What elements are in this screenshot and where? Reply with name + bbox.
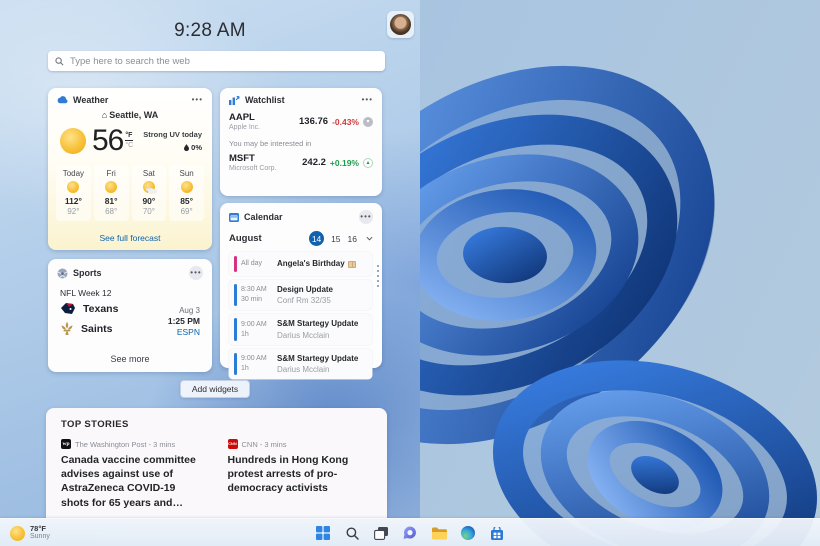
- trend-up-icon: ▴: [363, 157, 373, 168]
- washington-post-icon: wp: [61, 439, 71, 449]
- watchlist-title: Watchlist: [245, 95, 285, 105]
- calendar-title: Calendar: [244, 212, 283, 222]
- texans-logo-icon: [61, 303, 75, 314]
- trend-down-icon: ▾: [363, 116, 373, 127]
- calendar-event[interactable]: 9:00 AM 1h S&M Startegy Update Darius Mccl…: [229, 348, 372, 380]
- edge-icon: [461, 526, 475, 540]
- calendar-event[interactable]: All day Angela's Birthday: [229, 252, 372, 276]
- top-stories-heading: TOP STORIES: [61, 419, 129, 430]
- task-view-button[interactable]: [370, 522, 392, 544]
- cloud-icon: [57, 96, 68, 104]
- calendar-scroll-indicator[interactable]: [377, 265, 379, 287]
- stock-row[interactable]: MSFT Microsoft Corp. 242.2 +0.19% ▴: [220, 150, 382, 172]
- taskbar-condition: Sunny: [30, 533, 50, 541]
- widgets-panel: 9:28 AM Weather ••• ⌂Seattle, WA 56 °F °…: [0, 0, 420, 518]
- store-bag-icon: [491, 526, 503, 540]
- game-network: ESPN: [176, 327, 200, 337]
- chevron-down-icon[interactable]: [366, 235, 373, 242]
- story-headline[interactable]: Hundreds in Hong Kong protest arrests of…: [228, 453, 373, 496]
- calendar-date[interactable]: 15: [331, 234, 340, 244]
- edge-browser-button[interactable]: [457, 522, 479, 544]
- task-view-icon: [374, 526, 388, 540]
- weather-widget[interactable]: Weather ••• ⌂ Seattle, WA 56 °F °C Strong…: [48, 88, 212, 250]
- sports-title: Sports: [73, 268, 102, 278]
- gift-icon: [347, 260, 356, 268]
- search-input[interactable]: [70, 55, 378, 67]
- sunny-icon: [105, 181, 118, 193]
- game-date: Aug 3: [179, 306, 200, 315]
- file-explorer-button[interactable]: [428, 522, 450, 544]
- sunny-icon: [180, 181, 193, 193]
- calendar-icon: [229, 213, 239, 222]
- celsius-toggle[interactable]: °C: [125, 142, 133, 149]
- game-time: 1:25 PM: [167, 316, 200, 326]
- fahrenheit-toggle[interactable]: °F: [125, 132, 134, 141]
- search-icon: [346, 527, 359, 540]
- start-button[interactable]: [312, 522, 334, 544]
- see-full-forecast-link[interactable]: See full forecast: [48, 233, 212, 243]
- cnn-icon: CNN: [227, 439, 238, 449]
- calendar-menu-button[interactable]: •••: [359, 210, 373, 224]
- calendar-date-selected[interactable]: 14: [309, 231, 325, 246]
- calendar-month: August: [229, 233, 262, 244]
- current-temperature: 56: [92, 124, 124, 157]
- calendar-event[interactable]: 9:00 AM 1h S&M Startegy Update Darius Mccl…: [229, 314, 372, 345]
- microsoft-store-button[interactable]: [486, 522, 508, 544]
- chat-bubble-icon: [403, 526, 416, 539]
- weather-title: Weather: [73, 95, 109, 105]
- forecast-day[interactable]: Today 112° 92°: [56, 165, 91, 221]
- precipitation: 0%: [143, 143, 202, 152]
- forecast-day[interactable]: Fri 81° 68°: [93, 165, 129, 221]
- team-row[interactable]: Texans: [60, 302, 118, 315]
- sports-league-label: NFL Week 12: [60, 288, 112, 298]
- calendar-date[interactable]: 16: [348, 234, 357, 244]
- saints-fleur-de-lis-icon: [61, 322, 73, 335]
- news-story[interactable]: wp The Washington Post - 3 mins Canada v…: [61, 439, 206, 510]
- calendar-widget[interactable]: Calendar ••• August 14 15 16 All day Ang…: [220, 203, 382, 380]
- windows-logo-icon: [316, 526, 330, 540]
- team-row[interactable]: Saints: [60, 322, 118, 336]
- stocks-chart-icon: [229, 95, 240, 105]
- taskbar-temperature: 78°F: [30, 523, 46, 533]
- weather-menu-button[interactable]: •••: [192, 96, 203, 104]
- sunny-icon: [60, 128, 86, 154]
- watchlist-suggestion-label: You may be interested in: [229, 139, 312, 148]
- home-icon: ⌂: [101, 110, 108, 120]
- sunny-icon: [10, 525, 25, 541]
- forecast-day[interactable]: Sun 85° 69°: [169, 165, 204, 221]
- top-stories-card: TOP STORIES wp The Washington Post - 3 m…: [46, 408, 387, 518]
- watchlist-menu-button[interactable]: •••: [362, 96, 373, 104]
- story-headline[interactable]: Canada vaccine committee advises against…: [61, 453, 206, 510]
- stock-row[interactable]: AAPL Apple Inc. 136.76 -0.43% ▾: [220, 109, 382, 131]
- profile-button[interactable]: [387, 11, 414, 38]
- see-more-link[interactable]: See more: [48, 354, 212, 364]
- forecast-row: Today 112° 92° Fri 81° 68° Sat 90° 70° S…: [48, 158, 212, 221]
- taskbar-search-button[interactable]: [341, 522, 363, 544]
- sunny-icon: [67, 181, 80, 193]
- search-icon: [55, 56, 64, 65]
- avatar: [390, 14, 411, 35]
- taskbar: 78°F Sunny: [0, 518, 820, 546]
- add-widgets-button[interactable]: Add widgets: [180, 380, 250, 398]
- calendar-event[interactable]: 8:30 AM 30 min Design Update Conf Rm 32/35: [229, 280, 372, 311]
- forecast-day[interactable]: Sat 90° 70°: [131, 165, 167, 221]
- weather-location: ⌂ Seattle, WA: [101, 110, 159, 120]
- sports-ball-icon: [57, 268, 68, 278]
- clock: 9:28 AM: [174, 20, 246, 41]
- watchlist-widget[interactable]: Watchlist ••• AAPL Apple Inc. 136.76 -0.…: [220, 88, 382, 196]
- sports-widget[interactable]: Sports ••• NFL Week 12 Texans Saints Aug…: [48, 259, 212, 372]
- sports-menu-button[interactable]: •••: [189, 266, 203, 280]
- bloom-flower-graphic: [390, 65, 818, 546]
- taskbar-widgets-button[interactable]: 78°F Sunny: [5, 521, 55, 545]
- chat-button[interactable]: [399, 522, 421, 544]
- web-search-bar[interactable]: [48, 51, 385, 71]
- folder-icon: [431, 527, 447, 539]
- droplet-icon: [184, 144, 190, 151]
- partly-cloudy-icon: [142, 181, 157, 194]
- weather-alert: Strong UV today: [143, 130, 202, 139]
- news-story[interactable]: CNN CNN - 3 mins Hundreds in Hong Kong p…: [227, 439, 373, 510]
